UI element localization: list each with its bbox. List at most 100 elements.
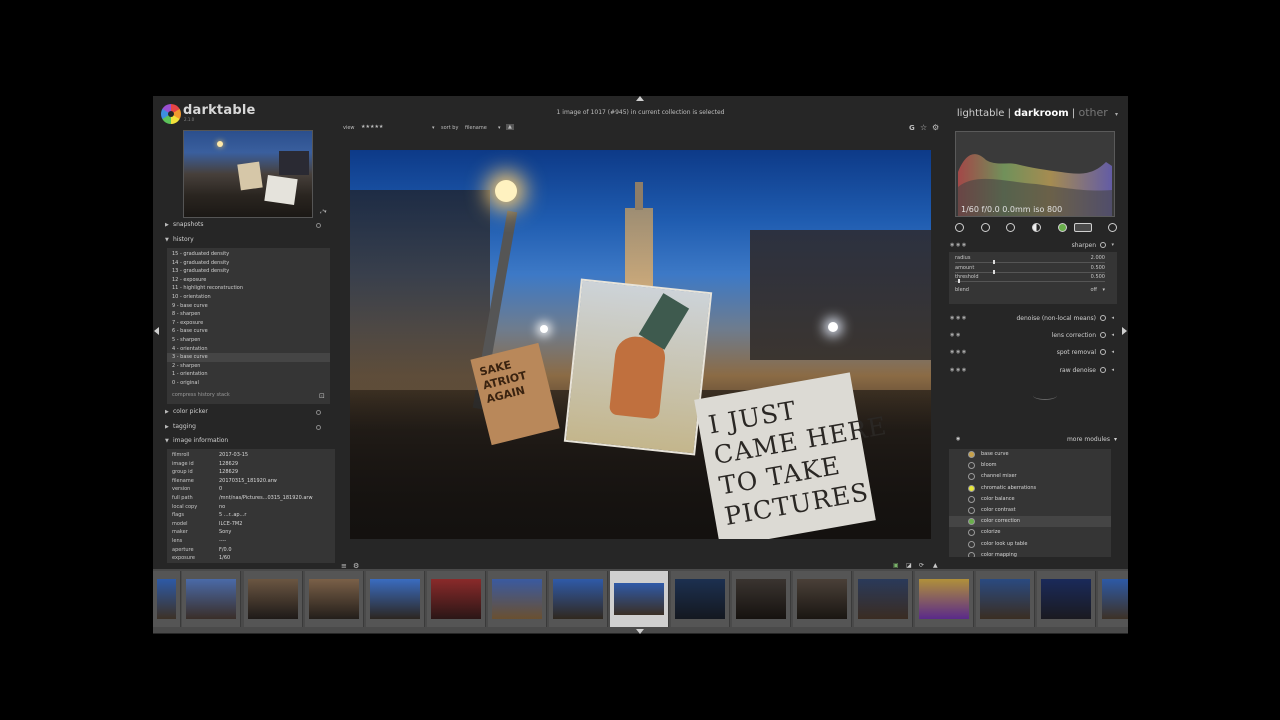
module-sharpen-header[interactable]: ◉ ◉ ◉ sharpen ▾ bbox=[950, 239, 1118, 251]
history-item[interactable]: 15 - graduated density bbox=[167, 250, 330, 259]
history-item[interactable]: 14 - graduated density bbox=[167, 259, 330, 268]
bottom-panel-toggle-icon[interactable] bbox=[636, 629, 644, 634]
module-list-item[interactable]: color look up table bbox=[949, 539, 1111, 550]
presets-icon[interactable] bbox=[1100, 315, 1106, 321]
color-group-icon[interactable] bbox=[1058, 223, 1067, 232]
compress-history-button[interactable]: compress history stack bbox=[172, 392, 230, 398]
history-create-style-icon[interactable]: ⊡ bbox=[319, 392, 325, 400]
filmstrip-thumbnail[interactable] bbox=[305, 571, 364, 627]
slider-amount[interactable]: amount 0.500 bbox=[955, 265, 1105, 274]
module-controls-icon[interactable]: ◉ ◉ ◉ bbox=[950, 315, 966, 321]
favorite-star-icon[interactable] bbox=[981, 223, 990, 232]
filmstrip-thumbnail[interactable] bbox=[793, 571, 852, 627]
history-item[interactable]: 4 - orientation bbox=[167, 345, 330, 354]
filmstrip-thumbnail[interactable] bbox=[153, 571, 181, 627]
presets-icon[interactable] bbox=[1100, 242, 1106, 248]
filmstrip-thumbnail[interactable] bbox=[1098, 571, 1128, 627]
module-list-item[interactable]: bloom bbox=[949, 460, 1111, 471]
history-item[interactable]: 5 - sharpen bbox=[167, 336, 330, 345]
slider-radius[interactable]: radius 2.000 bbox=[955, 255, 1105, 264]
section-tagging[interactable]: ▶ tagging bbox=[165, 423, 335, 436]
history-item[interactable]: 1 - orientation bbox=[167, 370, 330, 379]
zoom-fit-icon[interactable]: ⤢▾ bbox=[320, 209, 327, 215]
history-item[interactable]: 2 - sharpen bbox=[167, 362, 330, 371]
module-controls-icon[interactable]: ◉ ◉ ◉ bbox=[950, 367, 966, 373]
filmstrip-thumbnail[interactable] bbox=[976, 571, 1035, 627]
history-item[interactable]: 13 - graduated density bbox=[167, 267, 330, 276]
presets-icon[interactable] bbox=[1100, 332, 1106, 338]
filmstrip-thumbnail[interactable] bbox=[549, 571, 608, 627]
module-list-item[interactable]: color contrast bbox=[949, 505, 1111, 516]
reset-icon[interactable] bbox=[316, 223, 321, 228]
expand-triangle-icon[interactable]: ◂ bbox=[1111, 349, 1114, 355]
reset-icon[interactable] bbox=[316, 425, 321, 430]
view-other[interactable]: other bbox=[1078, 106, 1107, 119]
more-modules-toggle-icon[interactable]: ◉ bbox=[956, 436, 960, 442]
collapse-triangle-icon[interactable]: ▾ bbox=[1111, 242, 1114, 248]
history-item[interactable]: 6 - base curve bbox=[167, 327, 330, 336]
navigation-thumbnail[interactable] bbox=[183, 130, 313, 218]
filmstrip-thumbnail[interactable] bbox=[366, 571, 425, 627]
filmstrip-thumbnail[interactable] bbox=[182, 571, 241, 627]
history-item[interactable]: 8 - sharpen bbox=[167, 310, 330, 319]
module-list-item[interactable]: channel mixer bbox=[949, 471, 1111, 482]
filmstrip-thumbnail[interactable] bbox=[915, 571, 974, 627]
grouping-icon[interactable]: G bbox=[909, 124, 915, 132]
history-item[interactable]: 7 - exposure bbox=[167, 319, 330, 328]
module-list-item[interactable]: chromatic aberrations bbox=[949, 483, 1111, 494]
history-item[interactable]: 0 - original bbox=[167, 379, 330, 388]
preferences-gear-icon[interactable]: ⚙ bbox=[932, 123, 939, 132]
module-spot-removal-header[interactable]: ◉ ◉ ◉ spot removal ◂ bbox=[950, 346, 1118, 358]
sort-dropdown-chevron-icon[interactable]: ▾ bbox=[432, 125, 435, 131]
basic-group-icon[interactable] bbox=[1006, 223, 1015, 232]
expand-triangle-icon[interactable]: ◂ bbox=[1111, 332, 1114, 338]
module-denoise-header[interactable]: ◉ ◉ ◉ denoise (non-local means) ◂ bbox=[950, 312, 1118, 324]
top-panel-toggle-icon[interactable] bbox=[636, 96, 644, 101]
more-modules-header[interactable]: ◉ more modules ▾ bbox=[950, 435, 1118, 447]
right-panel-toggle-icon[interactable] bbox=[1122, 327, 1127, 335]
filmstrip-thumbnail[interactable] bbox=[732, 571, 791, 627]
module-controls-icon[interactable]: ◉ ◉ bbox=[950, 332, 960, 338]
filmstrip-thumbnail[interactable] bbox=[610, 571, 669, 627]
star-filter[interactable]: ★★★★★ bbox=[361, 124, 383, 130]
overlay-icon[interactable]: ▣ bbox=[893, 562, 899, 569]
module-raw-denoise-header[interactable]: ◉ ◉ ◉ raw denoise ◂ bbox=[950, 364, 1118, 376]
center-image[interactable]: SAKE ATRIOT AGAIN I JUST CAME HERE TO TA… bbox=[350, 150, 931, 539]
presets-icon[interactable] bbox=[1100, 367, 1106, 373]
blend-dropdown[interactable]: blend off ▾ bbox=[955, 287, 1105, 296]
presets-icon[interactable] bbox=[1100, 349, 1106, 355]
section-color-picker[interactable]: ▶ color picker bbox=[165, 408, 335, 421]
history-item[interactable]: 10 - orientation bbox=[167, 293, 330, 302]
filmstrip-thumbnail[interactable] bbox=[244, 571, 303, 627]
power-icon[interactable] bbox=[955, 223, 964, 232]
histogram[interactable]: 1/60 f/0.0 0.0mm iso 800 bbox=[955, 131, 1115, 217]
module-controls-icon[interactable]: ◉ ◉ ◉ bbox=[950, 242, 966, 248]
filmstrip-thumbnail[interactable] bbox=[427, 571, 486, 627]
history-item[interactable]: 9 - base curve bbox=[167, 302, 330, 311]
softproof-icon[interactable]: ◪ bbox=[906, 562, 912, 569]
filmstrip-thumbnail[interactable] bbox=[854, 571, 913, 627]
filmstrip-thumbnail[interactable] bbox=[1037, 571, 1096, 627]
view-menu-chevron-down-icon[interactable]: ▾ bbox=[1115, 111, 1118, 118]
module-list-item[interactable]: base curve bbox=[949, 449, 1111, 460]
module-list-item[interactable]: color correction bbox=[949, 516, 1111, 528]
history-item[interactable]: 12 - exposure bbox=[167, 276, 330, 285]
module-list-item[interactable]: color balance bbox=[949, 494, 1111, 505]
module-lens-correction-header[interactable]: ◉ ◉ lens correction ◂ bbox=[950, 329, 1118, 341]
sort-chevron-icon[interactable]: ▾ bbox=[498, 125, 501, 131]
tone-group-icon[interactable] bbox=[1032, 223, 1041, 232]
view-lighttable[interactable]: lighttable bbox=[957, 108, 1005, 119]
expand-triangle-icon[interactable]: ◂ bbox=[1111, 367, 1114, 373]
filmstrip-thumbnail[interactable] bbox=[671, 571, 730, 627]
module-controls-icon[interactable]: ◉ ◉ ◉ bbox=[950, 349, 966, 355]
module-list-item[interactable]: colorize bbox=[949, 527, 1111, 538]
module-list-item[interactable]: color mapping bbox=[949, 550, 1111, 557]
section-snapshots[interactable]: ▶ snapshots bbox=[165, 221, 335, 234]
history-item[interactable]: 3 - base curve bbox=[167, 353, 330, 362]
left-panel-toggle-icon[interactable] bbox=[154, 327, 159, 335]
sort-order-icon[interactable]: ▲ bbox=[506, 124, 514, 130]
gamut-check-icon[interactable]: ⟳ bbox=[919, 562, 924, 569]
bottom-panel-toggle-icon[interactable]: ▲ bbox=[933, 562, 938, 569]
view-darkroom[interactable]: darkroom bbox=[1014, 108, 1069, 119]
expand-triangle-icon[interactable]: ◂ bbox=[1111, 315, 1114, 321]
